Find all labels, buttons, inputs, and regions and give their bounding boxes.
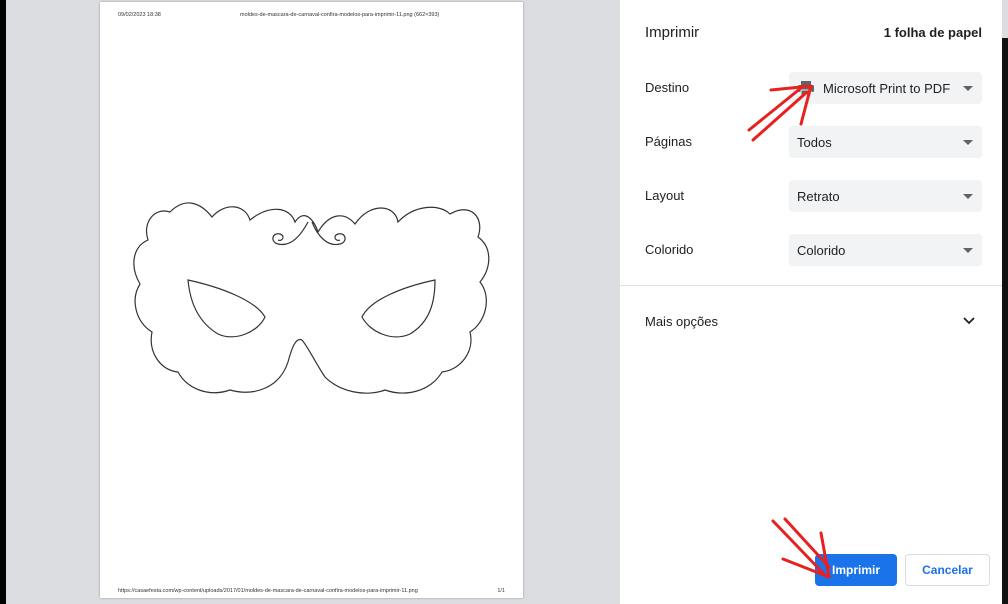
destination-label: Destino	[645, 80, 690, 95]
print-preview-area[interactable]: 09/02/2023 18:38 moldes-de-mascara-de-ca…	[6, 0, 620, 604]
right-border	[1002, 38, 1008, 604]
page-header-date: 09/02/2023 18:38	[118, 12, 161, 18]
preview-page: 09/02/2023 18:38 moldes-de-mascara-de-ca…	[100, 2, 523, 598]
chevron-down-icon	[963, 247, 973, 253]
destination-select[interactable]: Microsoft Print to PDF	[789, 72, 982, 104]
chevron-down-icon	[963, 193, 973, 199]
printer-icon	[797, 80, 815, 96]
cancel-button[interactable]: Cancelar	[905, 554, 990, 586]
pages-select[interactable]: Todos	[789, 126, 982, 158]
print-dialog-window: 09/02/2023 18:38 moldes-de-mascara-de-ca…	[0, 0, 1008, 604]
carnival-mask-image	[133, 202, 490, 394]
more-options-toggle[interactable]: Mais opções	[645, 314, 718, 329]
layout-value: Retrato	[797, 188, 840, 204]
color-select[interactable]: Colorido	[789, 234, 982, 266]
page-footer-url: https://casaefesta.com/wp-content/upload…	[118, 588, 418, 594]
page-header-title: moldes-de-mascara-de-carnaval-confira-mo…	[240, 12, 440, 18]
color-value: Colorido	[797, 242, 846, 258]
chevron-down-icon	[963, 139, 973, 145]
print-settings-panel: Imprimir 1 folha de papel Destino Micros…	[620, 0, 1002, 604]
destination-value: Microsoft Print to PDF	[823, 80, 951, 96]
divider	[620, 285, 1002, 286]
sheet-count: 1 folha de papel	[883, 25, 982, 40]
chevron-down-icon	[963, 85, 973, 91]
pages-label: Páginas	[645, 134, 692, 149]
pages-value: Todos	[797, 134, 832, 150]
page-footer-number: 1/1	[497, 588, 505, 594]
layout-label: Layout	[645, 188, 685, 203]
layout-select[interactable]: Retrato	[789, 180, 982, 212]
chevron-down-icon[interactable]	[962, 316, 976, 326]
color-label: Colorido	[645, 242, 694, 257]
print-button[interactable]: Imprimir	[815, 554, 897, 586]
panel-title: Imprimir	[645, 24, 700, 41]
